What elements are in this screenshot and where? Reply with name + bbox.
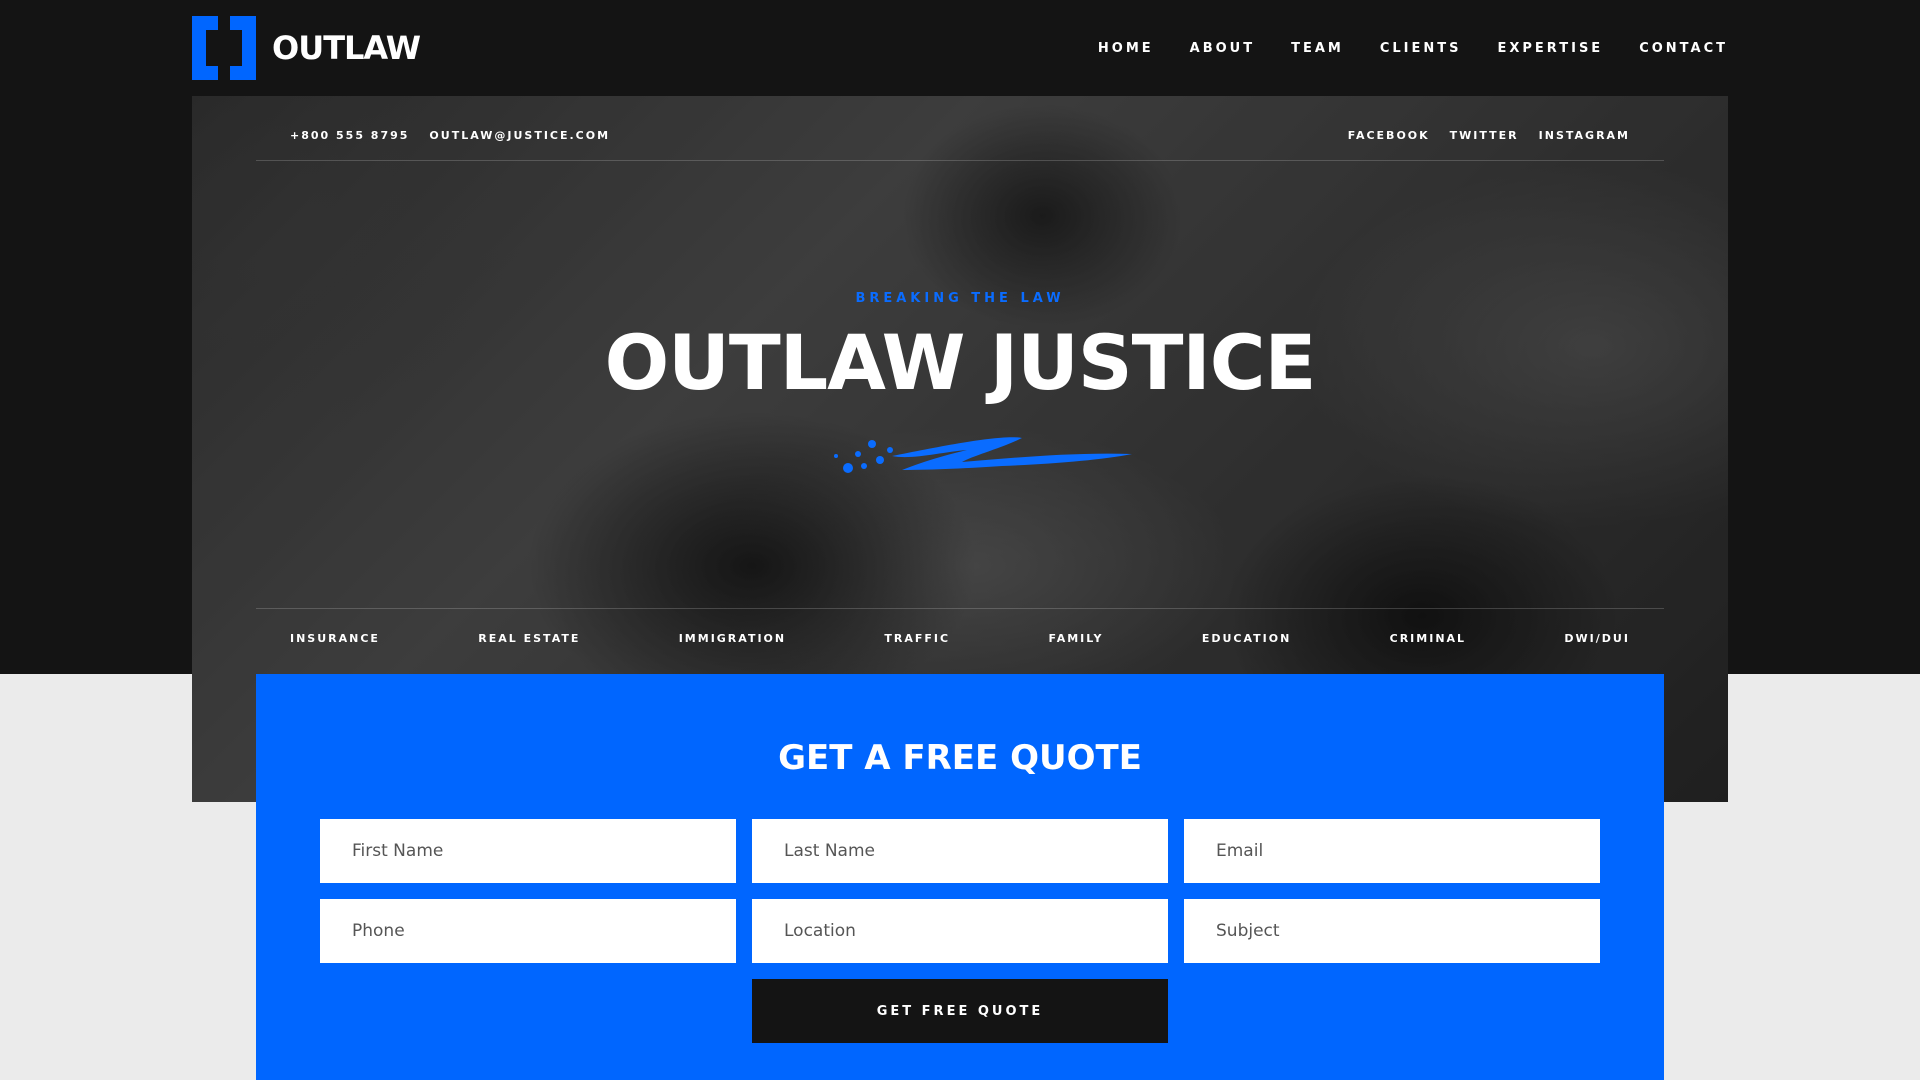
phone-number[interactable]: +800 555 8795	[290, 129, 409, 142]
last-name-field[interactable]	[752, 819, 1168, 883]
practice-immigration[interactable]: IMMIGRATION	[679, 632, 786, 645]
subject-field[interactable]	[1184, 899, 1600, 963]
nav-home[interactable]: HOME	[1098, 41, 1154, 56]
hero-title: OUTLAW JUSTICE	[604, 318, 1317, 407]
bracket-logo-icon	[192, 16, 256, 80]
logo[interactable]: OUTLAW	[192, 16, 421, 80]
nav-about[interactable]: ABOUT	[1190, 41, 1255, 56]
practice-insurance[interactable]: INSURANCE	[290, 632, 380, 645]
email-field[interactable]	[1184, 819, 1600, 883]
quote-title: GET A FREE QUOTE	[778, 738, 1142, 778]
site-header: OUTLAW HOME ABOUT TEAM CLIENTS EXPERTISE…	[192, 0, 1728, 96]
hero-divider-top	[256, 160, 1664, 161]
get-free-quote-button[interactable]: GET FREE QUOTE	[752, 979, 1168, 1043]
practice-education[interactable]: EDUCATION	[1202, 632, 1291, 645]
social-twitter[interactable]: TWITTER	[1450, 129, 1519, 142]
free-quote-form: GET A FREE QUOTE GET FREE QUOTE	[256, 674, 1664, 1080]
hero-kicker: BREAKING THE LAW	[855, 291, 1065, 306]
practice-real-estate[interactable]: REAL ESTATE	[478, 632, 580, 645]
practice-areas: INSURANCE REAL ESTATE IMMIGRATION TRAFFI…	[290, 632, 1630, 645]
hero-topbar: +800 555 8795 OUTLAW@JUSTICE.COM FACEBOO…	[290, 120, 1630, 150]
logo-text: OUTLAW	[272, 29, 421, 67]
practice-criminal[interactable]: CRIMINAL	[1390, 632, 1466, 645]
location-field[interactable]	[752, 899, 1168, 963]
phone-field[interactable]	[320, 899, 736, 963]
practice-dwi-dui[interactable]: DWI/DUI	[1564, 632, 1630, 645]
social-facebook[interactable]: FACEBOOK	[1348, 129, 1430, 142]
nav-contact[interactable]: CONTACT	[1639, 41, 1728, 56]
first-name-field[interactable]	[320, 819, 736, 883]
practice-family[interactable]: FAMILY	[1048, 632, 1103, 645]
email-address[interactable]: OUTLAW@JUSTICE.COM	[429, 129, 610, 142]
nav-clients[interactable]: CLIENTS	[1380, 41, 1462, 56]
nav-team[interactable]: TEAM	[1291, 41, 1344, 56]
brush-stroke-icon	[834, 437, 1132, 473]
practice-traffic[interactable]: TRAFFIC	[884, 632, 950, 645]
nav-expertise[interactable]: EXPERTISE	[1498, 41, 1604, 56]
social-instagram[interactable]: INSTAGRAM	[1539, 129, 1630, 142]
hero-divider-bottom	[256, 608, 1664, 609]
main-nav: HOME ABOUT TEAM CLIENTS EXPERTISE CONTAC…	[1098, 41, 1728, 56]
